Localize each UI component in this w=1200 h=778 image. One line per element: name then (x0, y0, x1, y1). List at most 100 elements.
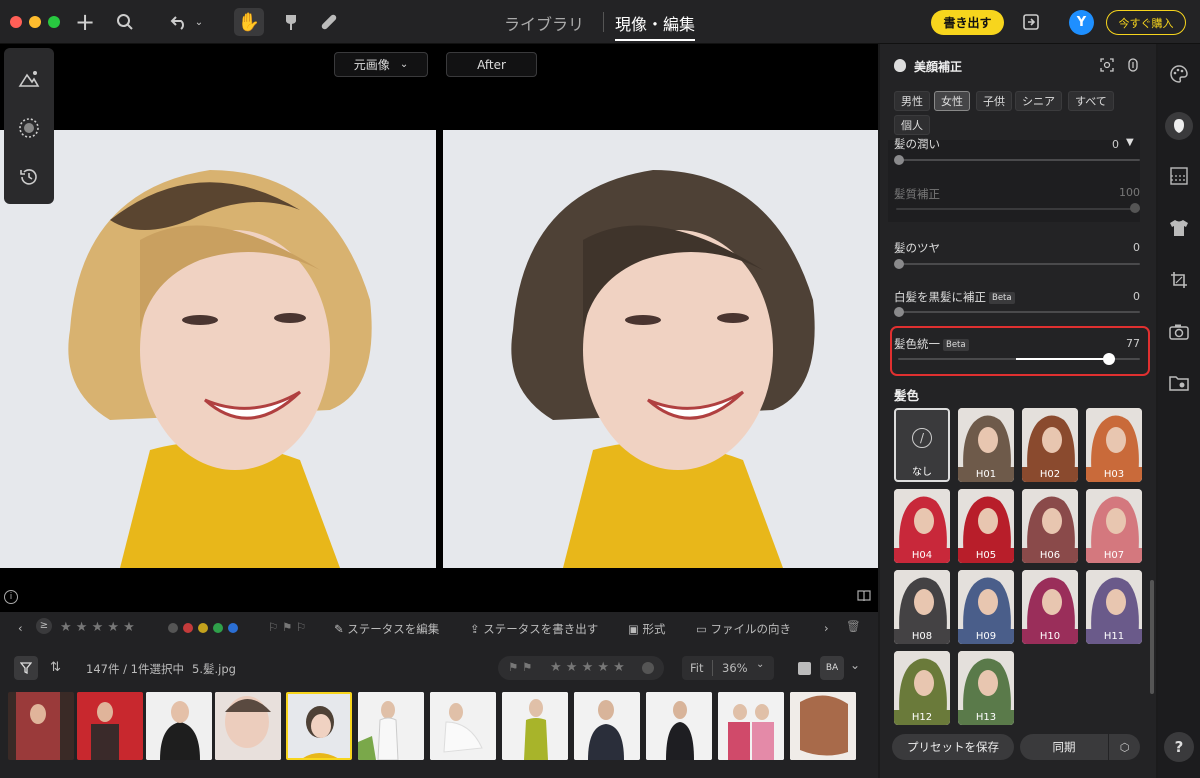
brush-tool-icon[interactable] (278, 10, 304, 34)
hand-tool-icon[interactable]: ✋ (234, 8, 264, 36)
chevron-down-icon[interactable]: ⌄ (850, 658, 860, 672)
camera-icon[interactable] (1167, 320, 1191, 344)
rating-filter-gte-icon[interactable]: ≥ (36, 618, 52, 634)
crop-icon[interactable] (1167, 268, 1191, 292)
format-button[interactable]: ▣ 形式 (628, 621, 666, 637)
swatch-none[interactable]: / なし (894, 408, 950, 482)
minimize-window-button[interactable] (29, 16, 41, 28)
exit-panel-icon[interactable] (1018, 10, 1044, 34)
chevron-left-icon[interactable]: ‹ (18, 621, 23, 635)
thumbnail[interactable] (358, 692, 424, 760)
thumbnail[interactable] (646, 692, 712, 760)
export-status-button[interactable]: ⇪ ステータスを書き出す (470, 621, 598, 637)
slider-knob-hair-moisture[interactable] (894, 155, 904, 165)
single-view-icon[interactable] (798, 662, 811, 675)
healing-tool-icon[interactable] (316, 10, 342, 34)
search-icon[interactable] (112, 10, 138, 34)
thumbnail[interactable] (430, 692, 496, 760)
palette-icon[interactable] (1167, 62, 1191, 86)
chip-child[interactable]: 子供 (976, 91, 1012, 111)
slider-track[interactable] (896, 159, 1140, 161)
panel-scrollbar[interactable] (1150, 580, 1154, 694)
export-button[interactable]: 書き出す (931, 10, 1004, 35)
save-preset-button[interactable]: プリセットを保存 (892, 734, 1014, 760)
swatch-h10[interactable]: H10 (1022, 570, 1078, 644)
chip-individual[interactable]: 個人 (894, 115, 930, 135)
history-icon[interactable] (16, 164, 42, 190)
close-window-button[interactable] (10, 16, 22, 28)
swatch-h09[interactable]: H09 (958, 570, 1014, 644)
slider-knob-hair-gloss[interactable] (894, 259, 904, 269)
shirt-icon[interactable] (1167, 216, 1191, 240)
flag-icon[interactable]: ⚑ ⚑ (508, 660, 532, 674)
caret-down-icon[interactable]: ▼ (1126, 137, 1134, 148)
original-image-select[interactable]: 元画像 ⌄ (334, 52, 428, 77)
swatch-h05[interactable]: H05 (958, 489, 1014, 563)
slider-track[interactable] (898, 263, 1140, 265)
trash-icon[interactable]: 🗑 (846, 619, 861, 633)
avatar[interactable]: Y (1069, 10, 1094, 35)
zoom-window-button[interactable] (48, 16, 60, 28)
thumbnail[interactable] (215, 692, 281, 760)
filter-icon[interactable] (14, 656, 38, 680)
swatch-h03[interactable]: H03 (1086, 408, 1142, 482)
compare-ba-button[interactable]: BA (820, 656, 844, 680)
thumbnail[interactable] (502, 692, 568, 760)
info-icon[interactable]: i (4, 590, 18, 604)
zoom-value[interactable]: 36% (722, 661, 748, 675)
folder-icon[interactable] (1167, 371, 1191, 395)
chevron-down-icon[interactable]: ⌄ (756, 659, 764, 670)
thumbnail[interactable] (77, 692, 143, 760)
sort-icon[interactable]: ⇅ (50, 660, 61, 675)
chip-all[interactable]: すべて (1068, 91, 1114, 111)
help-button[interactable]: ? (1164, 732, 1194, 762)
chevron-right-icon[interactable]: › (824, 621, 829, 635)
chevron-down-icon[interactable]: ⌄ (192, 10, 206, 34)
slider-track[interactable] (898, 311, 1140, 313)
orientation-button[interactable]: ▭ ファイルの向き (696, 621, 791, 637)
thumbnail[interactable] (790, 692, 856, 760)
chip-female[interactable]: 女性 (934, 91, 970, 111)
after-label[interactable]: After (446, 52, 537, 77)
landscape-ai-icon[interactable] (16, 66, 42, 92)
settings-gear-icon[interactable]: ⬡ (1109, 734, 1140, 760)
nav-develop[interactable]: 現像・編集 (615, 11, 696, 41)
swatch-h01[interactable]: H01 (958, 408, 1014, 482)
chip-senior[interactable]: シニア (1015, 91, 1062, 111)
slider-knob-gray-to-black[interactable] (894, 307, 904, 317)
flag-filter-icon[interactable]: ⚐ ⚑ ⚐ (268, 620, 306, 634)
thumbnail[interactable] (574, 692, 640, 760)
plus-icon[interactable]: + (72, 8, 98, 36)
thumbnail[interactable] (8, 692, 74, 760)
star-rating[interactable]: ★ ★ ★ ★ ★ (550, 660, 625, 675)
edit-status-button[interactable]: ✎ ステータスを編集 (334, 621, 439, 637)
selection-circle-icon[interactable] (16, 115, 42, 141)
undo-icon[interactable] (166, 10, 192, 34)
swatch-h12[interactable]: H12 (894, 651, 950, 725)
thumbnail-selected[interactable] (286, 692, 352, 760)
swatch-h02[interactable]: H02 (1022, 408, 1078, 482)
swatch-h13[interactable]: H13 (958, 651, 1014, 725)
nav-library[interactable]: ライブラリ (504, 11, 584, 35)
book-icon[interactable] (856, 589, 872, 603)
thumbnail[interactable] (718, 692, 784, 760)
sync-button[interactable]: 同期 (1020, 734, 1108, 760)
swatch-h11[interactable]: H11 (1086, 570, 1142, 644)
face-detect-icon[interactable] (1098, 56, 1116, 74)
color-label-dot[interactable] (642, 662, 654, 674)
swatch-h04[interactable]: H04 (894, 489, 950, 563)
color-label-filter[interactable] (168, 622, 238, 636)
buy-now-button[interactable]: 今すぐ購入 (1106, 10, 1186, 35)
fit-label[interactable]: Fit (690, 661, 703, 675)
chip-male[interactable]: 男性 (894, 91, 930, 111)
star-rating-filter[interactable]: ★ ★ ★ ★ ★ (60, 620, 135, 635)
zoom-control[interactable]: Fit 36% ⌄ (682, 656, 774, 680)
swatch-h07[interactable]: H07 (1086, 489, 1142, 563)
thumbnail[interactable] (146, 692, 212, 760)
slider-knob-hair-color-unify[interactable] (1103, 353, 1115, 365)
texture-icon[interactable] (1167, 164, 1191, 188)
swatch-h06[interactable]: H06 (1022, 489, 1078, 563)
swatch-h08[interactable]: H08 (894, 570, 950, 644)
expand-icon[interactable] (1124, 56, 1142, 74)
face-retouch-icon[interactable] (1165, 112, 1193, 140)
